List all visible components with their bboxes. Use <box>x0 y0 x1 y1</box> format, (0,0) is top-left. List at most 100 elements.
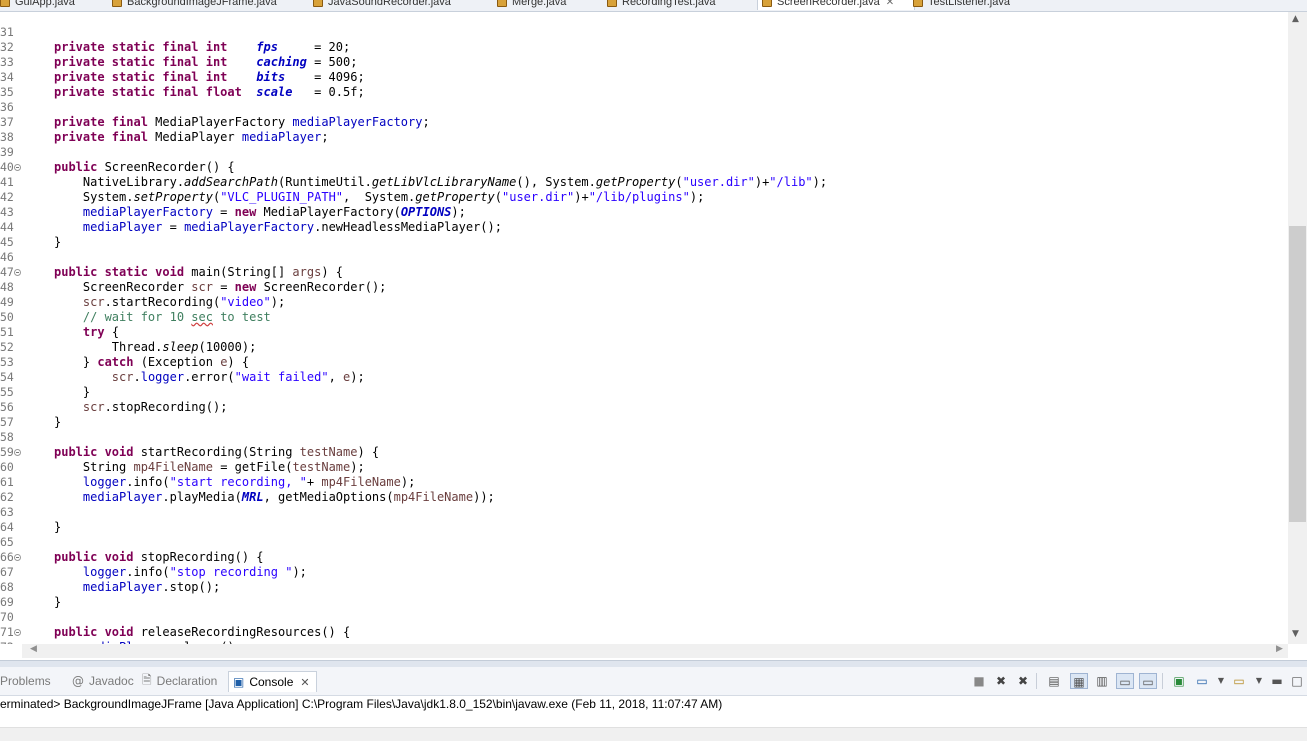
editor-tab[interactable]: GuiApp.java <box>0 0 82 10</box>
code-line[interactable]: 55 } <box>0 385 1288 400</box>
remove-launch-icon[interactable]: ✖ <box>992 673 1010 689</box>
code-line[interactable]: 47 public static void main(String[] args)… <box>0 265 1288 280</box>
code-line[interactable]: 50 // wait for 10 sec to test <box>0 310 1288 325</box>
stop-icon[interactable]: ■ <box>970 673 988 689</box>
tab-declaration[interactable]: 🗎 Declaration <box>142 671 217 691</box>
code-line[interactable]: 32 private static final int fps = 20; <box>0 40 1288 55</box>
chevron-down-icon[interactable]: ▼ <box>1250 673 1268 689</box>
console-horizontal-scrollbar[interactable] <box>0 727 1307 741</box>
code-line[interactable]: 54 scr.logger.error("wait failed", e); <box>0 370 1288 385</box>
editor-tab[interactable]: ScreenRecorder.java ✕ <box>757 0 915 10</box>
editor-tab[interactable]: JavaSoundRecorder.java <box>313 0 485 10</box>
pin-console-icon[interactable]: ▣ <box>1170 673 1188 689</box>
code-text: Thread.sleep(10000); <box>54 340 257 354</box>
scroll-lock-icon[interactable]: ▦ <box>1070 673 1088 689</box>
code-line[interactable]: 46 <box>0 250 1288 265</box>
console-output[interactable] <box>0 713 1307 727</box>
code-line[interactable]: 58 <box>0 430 1288 445</box>
tab-javadoc[interactable]: @ Javadoc <box>72 671 134 691</box>
code-text: scr.logger.error("wait failed", e); <box>111 370 365 384</box>
code-line[interactable]: 45} <box>0 235 1288 250</box>
code-line[interactable]: 62 mediaPlayer.playMedia(MRL, getMediaOp… <box>0 490 1288 505</box>
code-line[interactable]: 57} <box>0 415 1288 430</box>
code-line[interactable]: 67 logger.info("stop recording "); <box>0 565 1288 580</box>
code-line[interactable]: 56 scr.stopRecording(); <box>0 400 1288 415</box>
code-line[interactable]: 64} <box>0 520 1288 535</box>
code-line[interactable]: 41 NativeLibrary.addSearchPath(RuntimeUt… <box>0 175 1288 190</box>
tab-problems[interactable]: Problems <box>0 671 51 691</box>
code-line[interactable]: 51 try { <box>0 325 1288 340</box>
editor-horizontal-scrollbar[interactable]: ◀ ▶ <box>22 644 1288 658</box>
code-line[interactable]: 70 <box>0 610 1288 625</box>
java-file-icon <box>762 0 772 7</box>
code-line[interactable]: 69} <box>0 595 1288 610</box>
chevron-down-icon[interactable]: ▼ <box>1212 673 1230 689</box>
code-line[interactable]: 68 mediaPlayer.stop(); <box>0 580 1288 595</box>
console-status-line: erminated> BackgroundImageJFrame [Java A… <box>0 697 723 711</box>
code-line[interactable]: 63 <box>0 505 1288 520</box>
tab-console[interactable]: ▣ Console ✕ <box>228 671 317 692</box>
fold-toggle-icon[interactable] <box>14 164 21 171</box>
code-line[interactable]: 66 public void stopRecording() { <box>0 550 1288 565</box>
code-line[interactable]: 37 private final MediaPlayerFactory media… <box>0 115 1288 130</box>
code-line[interactable]: 60 String mp4FileName = getFile(testName… <box>0 460 1288 475</box>
code-line[interactable]: 40 public ScreenRecorder() { <box>0 160 1288 175</box>
editor-tab-label: ScreenRecorder.java <box>777 0 880 8</box>
panel-divider[interactable] <box>0 660 1307 667</box>
fold-toggle-icon[interactable] <box>14 269 21 276</box>
toolbar-separator <box>1036 673 1037 689</box>
scroll-right-arrow-icon[interactable]: ▶ <box>1276 644 1283 654</box>
code-line[interactable]: 38 private final MediaPlayer mediaPlayer; <box>0 130 1288 145</box>
code-line[interactable]: 71 public void releaseRecordingResources(… <box>0 625 1288 640</box>
java-file-icon <box>607 0 617 7</box>
code-text: logger.info("stop recording "); <box>82 565 307 579</box>
code-line[interactable]: 53 } catch (Exception e) { <box>0 355 1288 370</box>
minimize-icon[interactable]: ▬ <box>1268 673 1286 689</box>
editor-tab[interactable]: BackgroundImageJFrame.java <box>112 0 290 10</box>
code-line[interactable]: 52 Thread.sleep(10000); <box>0 340 1288 355</box>
maximize-icon[interactable]: □ <box>1288 673 1306 689</box>
line-number: 33 <box>0 55 14 69</box>
scroll-left-arrow-icon[interactable]: ◀ <box>30 644 37 654</box>
code-editor[interactable]: 31 32 private static final int fps = 20; 33… <box>0 12 1288 644</box>
code-line[interactable]: 49 scr.startRecording("video"); <box>0 295 1288 310</box>
open-console-icon[interactable]: ▭ <box>1230 673 1248 689</box>
scroll-up-arrow-icon[interactable]: ▲ <box>1292 14 1299 24</box>
show-console-on-error-icon[interactable]: ▭ <box>1139 673 1157 689</box>
code-line[interactable]: 42 System.setProperty("VLC_PLUGIN_PATH",… <box>0 190 1288 205</box>
close-icon[interactable]: ✕ <box>886 0 894 8</box>
code-line[interactable]: 44 mediaPlayer = mediaPlayerFactory.newH… <box>0 220 1288 235</box>
close-icon[interactable]: ✕ <box>300 676 309 689</box>
remove-all-terminated-icon[interactable]: ✖ <box>1014 673 1032 689</box>
fold-toggle-icon[interactable] <box>14 449 21 456</box>
word-wrap-icon[interactable]: ▥ <box>1093 673 1111 689</box>
code-line[interactable]: 65 <box>0 535 1288 550</box>
code-line[interactable]: 31 <box>0 25 1288 40</box>
code-line[interactable]: 48 ScreenRecorder scr = new ScreenRecord… <box>0 280 1288 295</box>
fold-toggle-icon[interactable] <box>14 554 21 561</box>
code-line[interactable]: 36 <box>0 100 1288 115</box>
show-console-on-output-icon[interactable]: ▭ <box>1116 673 1134 689</box>
code-text: public ScreenRecorder() { <box>54 160 235 174</box>
code-line[interactable]: 59 public void startRecording(String test… <box>0 445 1288 460</box>
editor-tab[interactable]: TestListener.java <box>913 0 1033 10</box>
code-line[interactable]: 35 private static final float scale = 0.5… <box>0 85 1288 100</box>
editor-tab[interactable]: RecordingTest.java <box>607 0 735 10</box>
code-line[interactable]: 61 logger.info("start recording, "+ mp4F… <box>0 475 1288 490</box>
display-console-icon[interactable]: ▭ <box>1193 673 1211 689</box>
code-line[interactable]: 34 private static final int bits = 4096; <box>0 70 1288 85</box>
code-line[interactable]: 33 private static final int caching = 500… <box>0 55 1288 70</box>
code-text: } <box>54 520 62 534</box>
clear-console-icon[interactable]: ▤ <box>1045 673 1063 689</box>
line-number: 48 <box>0 280 14 294</box>
line-number: 64 <box>0 520 14 534</box>
code-text: private static final int fps = 20; <box>54 40 351 54</box>
line-number: 57 <box>0 415 14 429</box>
scroll-down-arrow-icon[interactable]: ▼ <box>1292 629 1299 639</box>
editor-tab[interactable]: Merge.java <box>497 0 595 10</box>
fold-toggle-icon[interactable] <box>14 629 21 636</box>
code-line[interactable]: 43 mediaPlayerFactory = new MediaPlayerF… <box>0 205 1288 220</box>
editor-vertical-scrollbar[interactable]: ▲ ▼ <box>1288 12 1307 644</box>
scrollbar-thumb[interactable] <box>1289 226 1306 522</box>
code-line[interactable]: 39 <box>0 145 1288 160</box>
